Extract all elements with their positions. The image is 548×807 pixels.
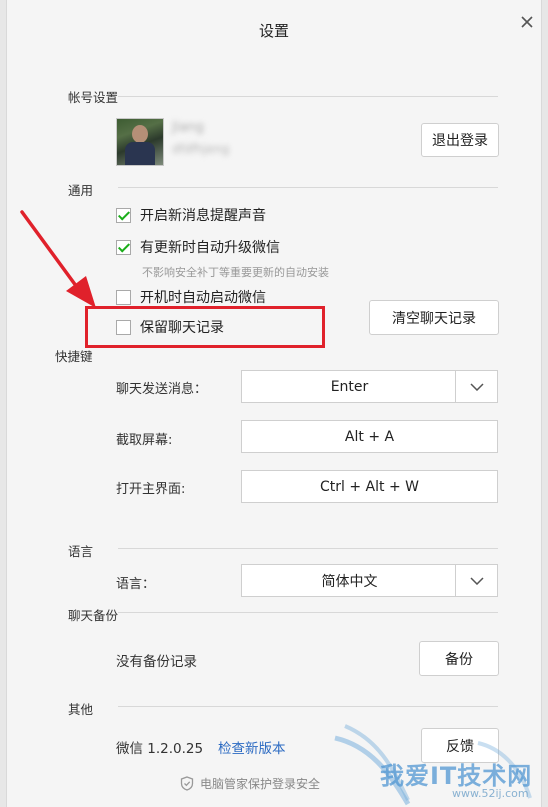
watermark-text: 我爱IT技术网 <box>380 762 533 790</box>
annotation-arrow-icon <box>20 210 96 308</box>
watermark-url: www.52ij.com <box>452 787 529 800</box>
